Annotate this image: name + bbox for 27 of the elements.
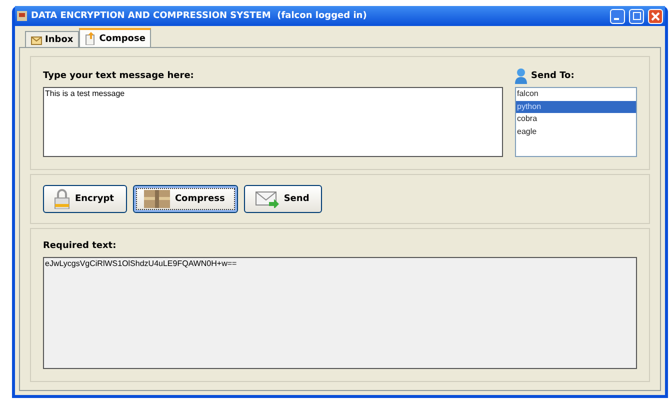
- minimize-button[interactable]: [610, 8, 625, 24]
- message-label: Type your text message here:: [43, 70, 195, 83]
- recipient-item[interactable]: eagle: [516, 126, 636, 138]
- recipient-item[interactable]: cobra: [516, 113, 636, 126]
- window-title: DATA ENCRYPTION AND COMPRESSION SYSTEM (falcon logged in): [31, 11, 368, 21]
- action-button[interactable]: Encrypt: [43, 185, 127, 213]
- maximize-icon: [632, 12, 640, 20]
- envelope-icon: [254, 190, 279, 208]
- action-button[interactable]: Send: [244, 185, 322, 213]
- maximize-button[interactable]: [629, 8, 644, 24]
- send-to-label: Send To:: [531, 70, 574, 83]
- envelope-icon: [31, 34, 42, 44]
- box-icon: [144, 190, 170, 208]
- recipient-item[interactable]: falcon: [516, 88, 636, 100]
- tab[interactable]: Compose: [79, 28, 152, 47]
- close-button[interactable]: [648, 8, 663, 24]
- message-field[interactable]: This is a test message: [43, 87, 503, 157]
- close-icon: [651, 12, 660, 20]
- tab[interactable]: Inbox: [25, 31, 80, 47]
- recipient-item[interactable]: python: [516, 100, 636, 113]
- result-label: Required text:: [43, 240, 118, 253]
- padlock-icon: [54, 189, 70, 209]
- result-field[interactable]: eJwLycgsVgCiRlWS1OlShdzU4uLE9FQAWN0H+w==: [43, 257, 637, 369]
- action-button[interactable]: Compress: [132, 185, 238, 213]
- app-icon: [17, 11, 27, 21]
- user-icon: [515, 68, 527, 84]
- document-icon: [85, 32, 96, 45]
